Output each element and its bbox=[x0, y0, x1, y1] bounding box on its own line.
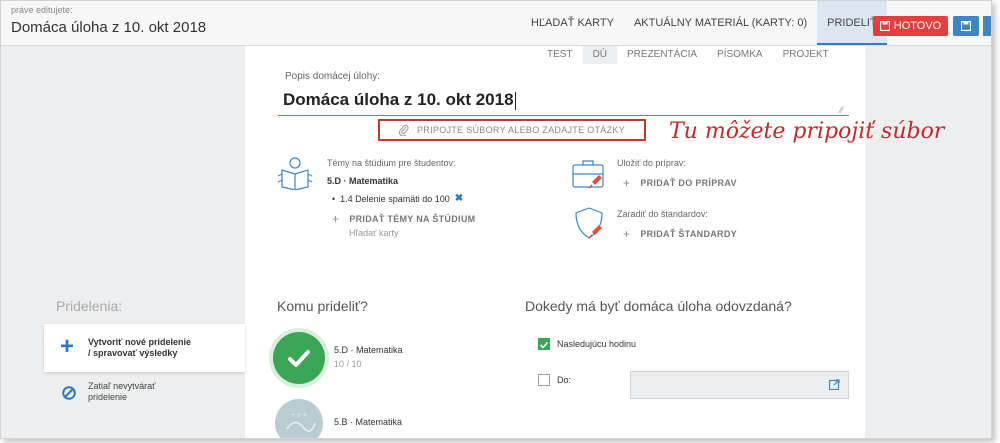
topics-class-name: 5.D · Matematika bbox=[327, 176, 399, 186]
more-button[interactable] bbox=[983, 16, 991, 36]
shield-pin-icon bbox=[575, 207, 603, 239]
deadline-heading: Dokedy má byť domáca úloha odovzdaná? bbox=[525, 298, 792, 314]
editing-caption: práve editujete: bbox=[11, 5, 73, 15]
done-label: HOTOVO bbox=[893, 20, 942, 32]
annotation-text: Tu môžete pripojiť súbor bbox=[669, 119, 945, 144]
save-icon bbox=[879, 21, 890, 31]
create-assignment-label: Vytvoriť nové pridelenie / spravovať výs… bbox=[88, 337, 191, 359]
class-toggle-5b[interactable]: ÷ + × bbox=[275, 399, 323, 438]
create-assignment-line2: / spravovať výsledky bbox=[88, 348, 178, 358]
class-avatar-icon: ÷ + × bbox=[286, 412, 316, 432]
top-bar: práve editujete: Domáca úloha z 10. okt … bbox=[1, 1, 991, 46]
external-edit-icon[interactable] bbox=[829, 379, 840, 390]
skip-assignment-line2: pridelenie bbox=[88, 392, 128, 402]
add-to-prep-label: PRIDAŤ DO PRÍPRAV bbox=[640, 178, 737, 188]
class-name-5b: 5.B · Matematika bbox=[334, 417, 403, 427]
plus-icon: + bbox=[60, 333, 75, 360]
plus-icon: + bbox=[332, 212, 340, 226]
tab-homework[interactable]: DÚ bbox=[582, 46, 618, 64]
add-to-prep-button[interactable]: + PRIDAŤ DO PRÍPRAV bbox=[623, 176, 737, 190]
skip-assignment-line1: Zatiaľ nevytvárať bbox=[88, 381, 156, 391]
nav-current-material[interactable]: AKTUÁLNY MATERIÁL (KARTY: 0) bbox=[624, 1, 817, 45]
checkmark-icon bbox=[288, 350, 310, 367]
paperclip-icon bbox=[398, 125, 409, 136]
create-assignment-button[interactable]: + Vytvoriť nové pridelenie / spravovať v… bbox=[44, 324, 245, 372]
add-topics-button[interactable]: + PRIDAŤ TÉMY NA ŠTÚDIUM bbox=[332, 212, 475, 226]
open-book-icon bbox=[278, 157, 312, 190]
description-underline bbox=[278, 115, 849, 116]
tab-presentation[interactable]: PREZENTÁCIA bbox=[617, 46, 707, 64]
tab-test[interactable]: TEST bbox=[537, 46, 583, 64]
class-name-5d: 5.D · Matematika bbox=[334, 345, 403, 355]
attach-files-button[interactable]: PRIPOJTE SÚBORY ALEBO ZADAJTE OTÁZKY bbox=[378, 119, 646, 141]
add-standards-label: PRIDAŤ ŠTANDARDY bbox=[640, 229, 737, 239]
ban-icon bbox=[62, 386, 76, 400]
until-label: Do: bbox=[557, 375, 572, 385]
remove-topic-icon[interactable]: ✖ bbox=[455, 193, 463, 204]
topic-item-label: 1.4 Delenie spamäti do 100 bbox=[340, 193, 450, 204]
checkmark-icon bbox=[539, 341, 549, 349]
description-input[interactable]: Domáca úloha z 10. okt 2018 bbox=[283, 90, 516, 110]
description-value: Domáca úloha z 10. okt 2018 bbox=[283, 90, 514, 109]
plus-icon: + bbox=[623, 227, 631, 241]
skip-assignment-label: Zatiaľ nevytvárať pridelenie bbox=[88, 381, 156, 403]
tab-project[interactable]: PROJEKT bbox=[773, 46, 839, 64]
assign-to-heading: Komu prideliť? bbox=[277, 298, 368, 314]
until-date-field[interactable] bbox=[630, 371, 849, 399]
create-assignment-line1: Vytvoriť nové pridelenie bbox=[88, 337, 192, 347]
document-title: Domáca úloha z 10. okt 2018 bbox=[11, 19, 207, 36]
attach-label: PRIPOJTE SÚBORY ALEBO ZADAJTE OTÁZKY bbox=[416, 125, 626, 135]
top-nav: HĽADAŤ KARTY AKTUÁLNY MATERIÁL (KARTY: 0… bbox=[521, 1, 887, 45]
topic-item: • 1.4 Delenie spamäti do 100 ✖ bbox=[332, 193, 463, 204]
save-button[interactable] bbox=[953, 16, 979, 36]
briefcase-pin-icon bbox=[572, 160, 604, 189]
type-tabs: TEST DÚ PREZENTÁCIA PÍSOMKA PROJEKT bbox=[537, 46, 839, 64]
next-lesson-label: Nasledujúcu hodinu bbox=[557, 339, 637, 349]
right-panel bbox=[865, 46, 991, 438]
resize-handle-icon[interactable]: ⁄⁄ bbox=[840, 105, 843, 115]
add-topics-label: PRIDAŤ TÉMY NA ŠTÚDIUM bbox=[349, 214, 476, 224]
skip-assignment-button[interactable]: Zatiaľ nevytvárať pridelenie bbox=[44, 376, 245, 416]
class-toggle-5d[interactable] bbox=[273, 332, 325, 384]
save-icon bbox=[961, 21, 971, 31]
tab-written-test[interactable]: PÍSOMKA bbox=[707, 46, 773, 64]
search-cards-link[interactable]: Hľadať karty bbox=[349, 228, 399, 238]
assignments-heading: Pridelenia: bbox=[56, 298, 123, 314]
class-count-5d: 10 / 10 bbox=[334, 359, 362, 369]
text-cursor bbox=[514, 91, 516, 110]
done-button[interactable]: HOTOVO bbox=[873, 16, 948, 36]
next-lesson-checkbox[interactable] bbox=[538, 338, 550, 350]
topics-label: Témy na štúdium pre študentov: bbox=[327, 158, 456, 168]
standards-label: Zaradiť do štandardov: bbox=[617, 209, 708, 219]
svg-text:÷ + ×: ÷ + × bbox=[291, 412, 307, 419]
until-checkbox[interactable] bbox=[538, 374, 550, 386]
app-window: práve editujete: Domáca úloha z 10. okt … bbox=[0, 0, 992, 439]
nav-search-cards[interactable]: HĽADAŤ KARTY bbox=[521, 1, 624, 45]
description-label: Popis domácej úlohy: bbox=[285, 71, 381, 82]
save-prep-label: Uložiť do príprav: bbox=[617, 158, 686, 168]
add-standards-button[interactable]: + PRIDAŤ ŠTANDARDY bbox=[623, 227, 737, 241]
bullet: • bbox=[332, 193, 336, 204]
plus-icon: + bbox=[623, 176, 631, 190]
